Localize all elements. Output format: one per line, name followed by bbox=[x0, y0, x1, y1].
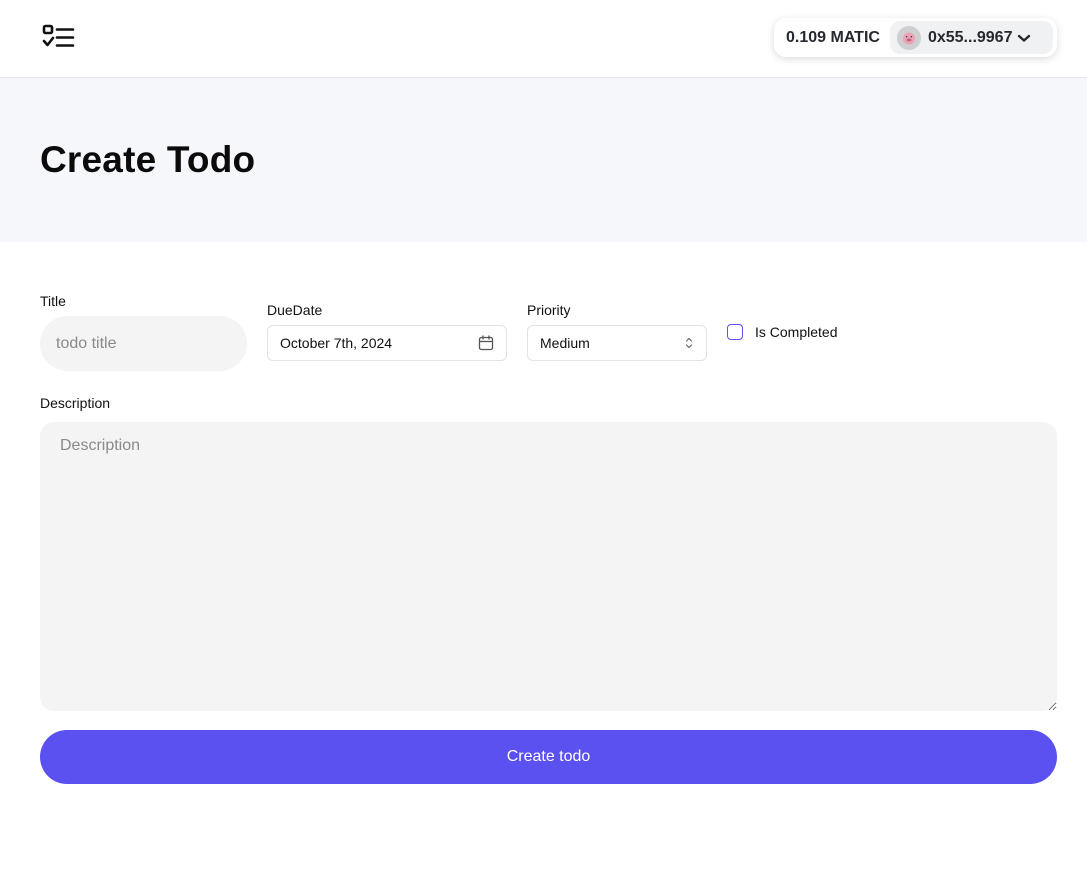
chevron-down-icon bbox=[1018, 34, 1031, 42]
priority-select[interactable]: Medium bbox=[527, 325, 707, 361]
is-completed-checkbox[interactable] bbox=[727, 324, 743, 340]
page-header-banner: Create Todo bbox=[0, 78, 1087, 242]
due-date-label: DueDate bbox=[267, 302, 323, 318]
wallet-address: 0x55...9967 bbox=[927, 28, 1013, 46]
page-title: Create Todo bbox=[40, 139, 256, 180]
calendar-icon bbox=[478, 335, 494, 351]
chevron-up-down-icon bbox=[685, 337, 693, 349]
wallet-connect-widget[interactable]: 0.109 MATIC 0x55...9967 bbox=[774, 18, 1057, 57]
account-button[interactable]: 0x55...9967 bbox=[889, 21, 1053, 54]
description-textarea[interactable] bbox=[40, 422, 1057, 711]
title-label: Title bbox=[40, 293, 66, 309]
title-input[interactable] bbox=[40, 316, 247, 371]
priority-value: Medium bbox=[540, 335, 590, 351]
due-date-picker-button[interactable]: October 7th, 2024 bbox=[267, 325, 507, 361]
due-date-value: October 7th, 2024 bbox=[280, 335, 393, 351]
checklist-icon[interactable] bbox=[40, 24, 76, 50]
description-label: Description bbox=[40, 395, 111, 411]
wallet-balance[interactable]: 0.109 MATIC bbox=[786, 29, 880, 47]
is-completed-label[interactable]: Is Completed bbox=[755, 324, 837, 340]
top-navigation-bar: 0.109 MATIC 0x55...9967 bbox=[0, 0, 1087, 78]
pig-avatar-icon bbox=[896, 25, 921, 50]
priority-label: Priority bbox=[527, 302, 571, 318]
create-todo-button[interactable]: Create todo bbox=[40, 730, 1057, 784]
